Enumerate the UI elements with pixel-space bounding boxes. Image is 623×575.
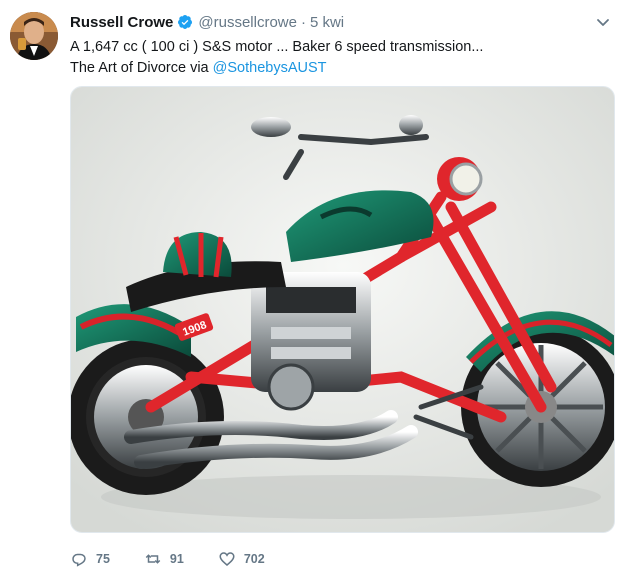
reply-icon (70, 550, 88, 568)
author-handle[interactable]: @russellcrowe (198, 14, 297, 31)
like-button[interactable]: 702 (218, 550, 265, 568)
heart-icon (218, 550, 236, 568)
tweet-text: A 1,647 cc ( 100 ci ) S&S motor ... Bake… (70, 37, 610, 79)
tweet-photo[interactable]: 1908 (70, 86, 615, 533)
tweet-timestamp[interactable]: 5 kwi (310, 14, 344, 31)
avatar[interactable] (10, 12, 58, 60)
author-name[interactable]: Russell Crowe (70, 14, 173, 31)
mention-link[interactable]: @SothebysAUST (213, 60, 327, 76)
rear-wheel (71, 339, 224, 495)
tweet-actions: 75 91 702 (70, 548, 299, 570)
tweet-header: Russell Crowe @russellcrowe · 5 kwi (70, 11, 583, 33)
tweet-text-prefix: The Art of Divorce via (70, 60, 213, 76)
tweet-text-line-2: The Art of Divorce via @SothebysAUST (70, 58, 610, 79)
retweet-button[interactable]: 91 (144, 550, 184, 568)
tweet-text-line-1: A 1,647 cc ( 100 ci ) S&S motor ... Bake… (70, 39, 484, 55)
motorcycle-image: 1908 (71, 87, 614, 532)
chevron-down-icon[interactable] (595, 14, 611, 30)
reply-count: 75 (96, 552, 110, 566)
retweet-count: 91 (169, 552, 184, 566)
like-count: 702 (243, 552, 265, 566)
engine (251, 272, 371, 411)
reply-button[interactable]: 75 (70, 550, 110, 568)
verified-badge-icon (177, 14, 193, 30)
tweet-card[interactable]: Russell Crowe @russellcrowe · 5 kwi A 1,… (0, 0, 623, 575)
separator-dot: · (300, 13, 306, 31)
retweet-icon (144, 550, 162, 568)
